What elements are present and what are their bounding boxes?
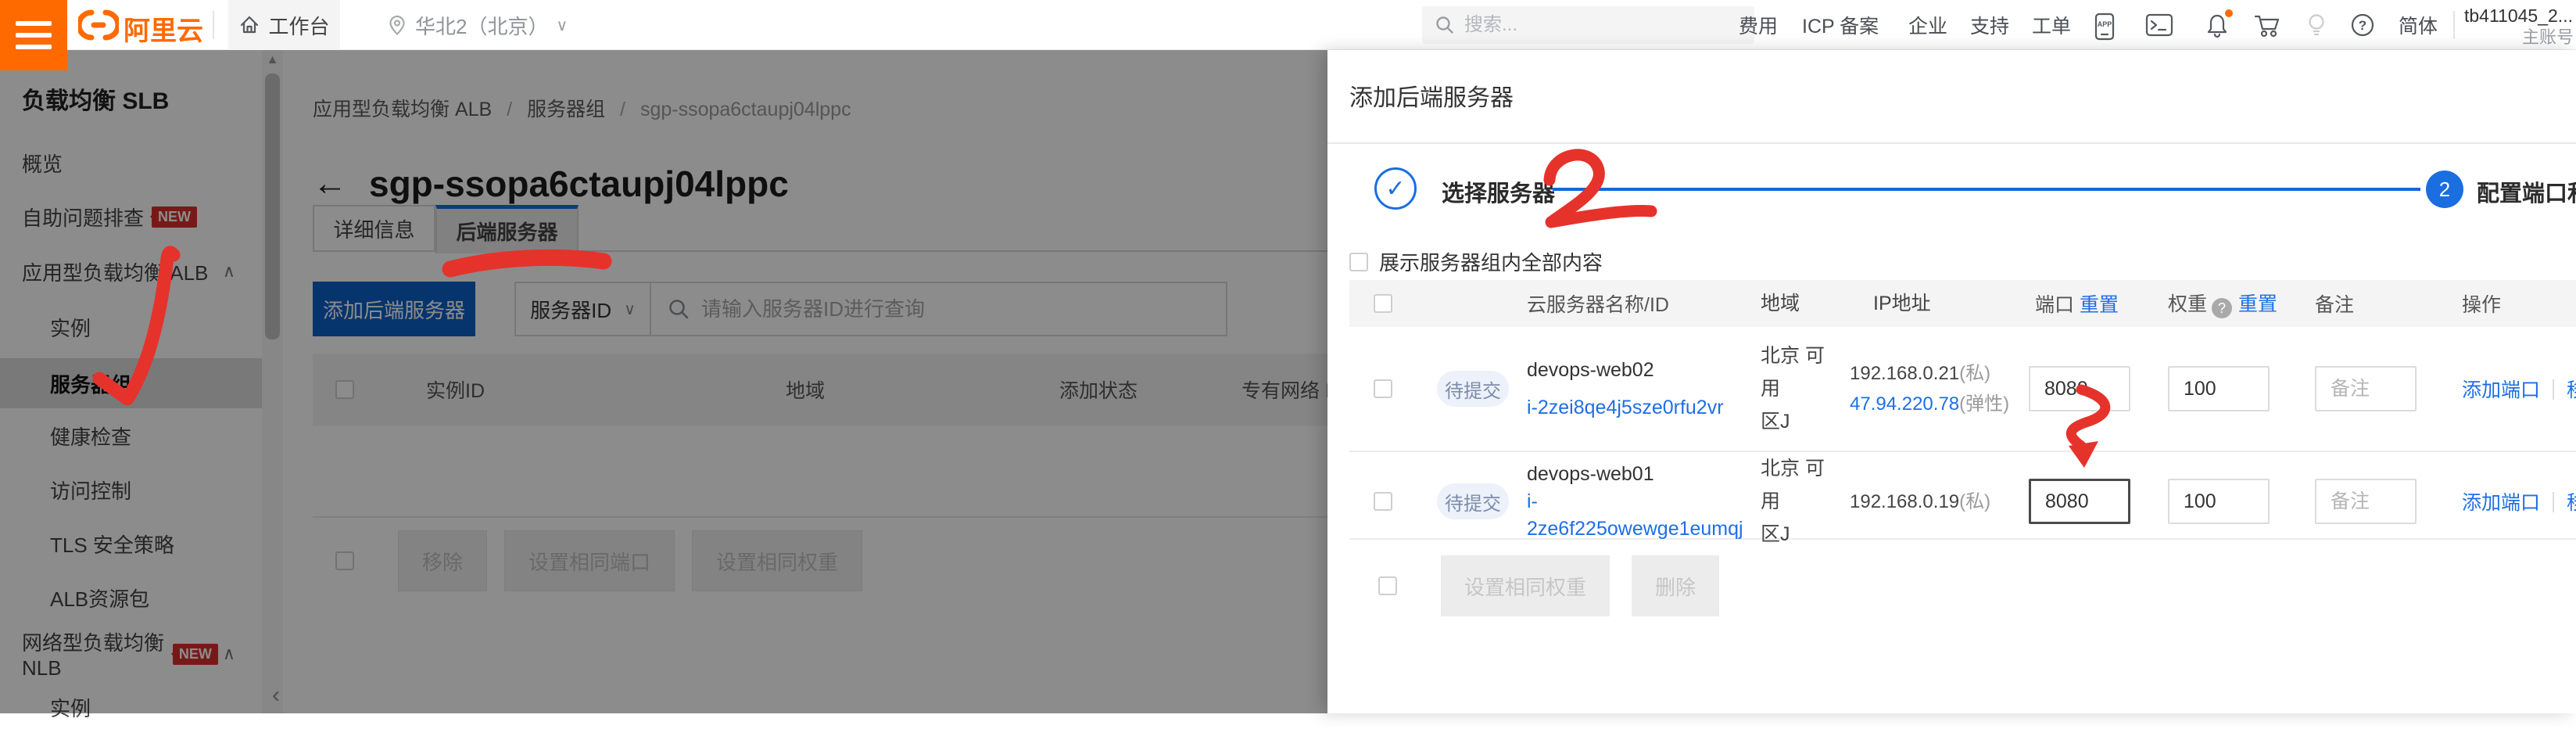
workbench-button[interactable]: 工作台 [228,0,340,50]
weight-reset-link[interactable]: 重置 [2238,293,2277,315]
port-input-focused[interactable] [2029,479,2130,524]
mobile-app-icon[interactable]: APP [2093,13,2116,45]
weight-input[interactable] [2168,479,2270,524]
drawer-title: 添加后端服务器 [1349,78,1514,113]
show-all-checkbox[interactable] [1349,253,1368,271]
server-id-link[interactable]: i-2zei8qe4j5sze0rfu2vr [1527,397,1724,418]
header-search[interactable] [1422,6,1754,44]
nav-tickets[interactable]: 工单 [2032,0,2071,50]
language-toggle[interactable]: 简体 [2399,0,2438,50]
port-reset-link[interactable]: 重置 [2080,294,2119,316]
set-same-weight-button[interactable]: 设置相同权重 [1441,555,1610,616]
brand-name[interactable]: 阿里云 [124,9,203,48]
header-search-input[interactable] [1464,14,1730,36]
account-name: tb411045_2... [2464,5,2574,27]
aliyun-logo-icon[interactable] [78,6,119,44]
col-region: 地域 [1736,287,1839,320]
remove-link[interactable]: 移除 [2567,492,2576,514]
chevron-down-icon: ∨ [556,16,568,35]
account-menu[interactable]: tb411045_2... 主账号 [2464,5,2574,48]
status-badge: 待提交 [1437,371,1509,407]
top-header: 阿里云 工作台 华北2（北京） ∨ 费用 ICP 备案 企业 支持 工单 APP… [0,0,2576,50]
weight-input[interactable] [2168,366,2270,411]
hamburger-menu-button[interactable] [0,0,67,70]
drawer-footer-checkbox[interactable] [1378,576,1397,595]
location-pin-icon [387,14,407,36]
port-input[interactable] [2029,366,2130,411]
add-port-link[interactable]: 添加端口 [2462,379,2540,401]
remove-link[interactable]: 移除 [2567,379,2576,401]
region-cell: 北京 可用区J [1736,339,1839,438]
drawer-divider [1327,142,2576,144]
server-name-id: devops-web01 i-2ze6f225owewge1eumqj [1510,461,1736,543]
row-checkbox[interactable] [1374,379,1392,398]
lightbulb-icon[interactable] [2306,13,2327,43]
drawer-footer: 设置相同权重 删除 [1349,555,1719,616]
add-backend-servers-drawer: 添加后端服务器 ✓ 选择服务器 2 配置端口和权重 展示服务器组内全部内容 云服… [1327,50,2576,713]
status-badge: 待提交 [1437,483,1509,519]
help-icon[interactable]: ? [2350,13,2375,41]
search-icon [1435,15,1455,35]
show-all-label: 展示服务器组内全部内容 [1379,247,1603,276]
table-row: 待提交 devops-web02 i-2zei8qe4j5sze0rfu2vr … [1349,327,2576,452]
nav-enterprise[interactable]: 企业 [1908,0,1947,50]
server-name: devops-web02 [1527,359,1654,381]
modal-dim-overlay[interactable] [0,50,1327,713]
col-actions: 操作 [2462,289,2576,318]
workbench-label: 工作台 [268,11,329,40]
region-cell: 北京 可用区J [1736,452,1839,551]
add-port-link[interactable]: 添加端口 [2462,492,2540,514]
public-ip-link[interactable]: 47.94.220.78 [1850,393,1959,415]
step1-done-circle: ✓ [1374,167,1417,210]
drawer-table: 云服务器名称/ID 地域 IP地址 端口 重置 权重?重置 备注 操作 待提交 … [1349,280,2576,540]
remark-input[interactable] [2315,479,2417,524]
ip-cell: 192.168.0.21(私) 47.94.220.78(弹性) [1839,358,2029,419]
check-icon: ✓ [1385,175,1405,203]
col-remark: 备注 [2315,289,2462,318]
row-actions: 添加端口 移除 [2462,487,2576,515]
row-actions: 添加端口 移除 [2462,375,2576,403]
step2-circle: 2 [2426,171,2463,208]
drawer-select-all-checkbox[interactable] [1374,294,1392,313]
notification-dot [2225,9,2233,17]
ip-cell: 192.168.0.19(私) [1839,487,2029,517]
account-type: 主账号 [2464,27,2574,48]
nav-icp[interactable]: ICP 备案 [1802,0,1879,50]
show-all-row: 展示服务器组内全部内容 [1349,247,1603,276]
svg-text:?: ? [2359,18,2366,33]
step-connector-line [1553,188,2420,191]
cart-icon[interactable] [2253,13,2281,43]
header-divider [213,11,214,39]
step-indicator: ✓ 选择服务器 2 配置端口和权重 [1327,167,2576,211]
delete-button[interactable]: 删除 [1632,555,1719,616]
step2-label: 配置端口和权重 [2477,175,2576,208]
drawer-table-header: 云服务器名称/ID 地域 IP地址 端口 重置 权重?重置 备注 操作 [1349,280,2576,327]
region-label: 华北2（北京） [415,11,548,40]
step1-label: 选择服务器 [1442,175,1555,208]
row-checkbox[interactable] [1374,492,1392,511]
col-server-name-id: 云服务器名称/ID [1510,289,1736,318]
notifications-bell-icon[interactable] [2205,13,2230,43]
col-weight: 权重?重置 [2168,289,2315,319]
home-icon [238,14,260,36]
svg-text:APP: APP [2098,20,2112,28]
nav-support[interactable]: 支持 [1970,0,2009,50]
region-picker[interactable]: 华北2（北京） ∨ [387,0,568,50]
console-terminal-icon[interactable] [2145,13,2173,41]
nav-billing[interactable]: 费用 [1739,0,1778,50]
col-port: 端口 重置 [2029,289,2168,318]
col-ip: IP地址 [1839,287,2029,320]
server-id-link[interactable]: i-2ze6f225owewge1eumqj [1527,490,1743,540]
header-divider [2453,11,2455,39]
server-name: devops-web01 [1527,463,1654,485]
server-name-id: devops-web02 i-2zei8qe4j5sze0rfu2vr [1510,351,1736,426]
table-row: 待提交 devops-web01 i-2ze6f225owewge1eumqj … [1349,452,2576,540]
remark-input[interactable] [2315,366,2417,411]
weight-help-icon[interactable]: ? [2212,298,2232,318]
